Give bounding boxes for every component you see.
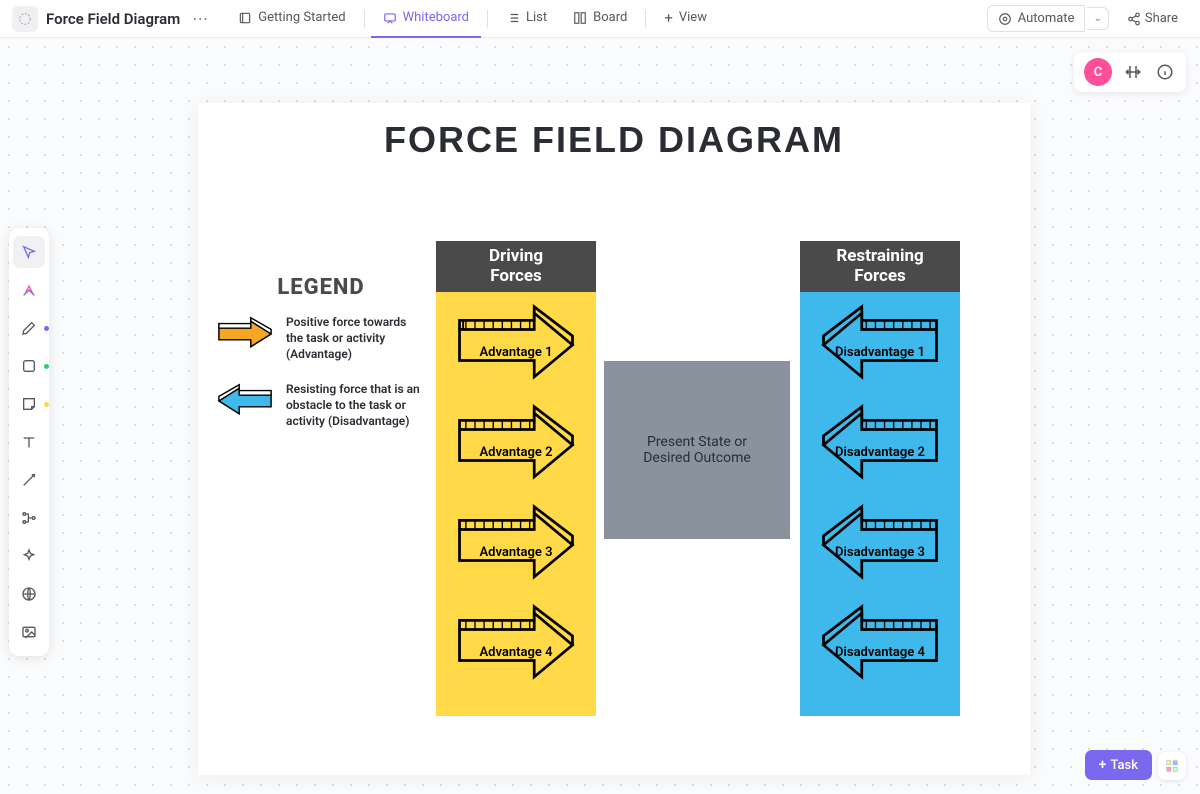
arrow-label: Disadvantage 2 — [835, 445, 925, 460]
tab-board[interactable]: Board — [561, 0, 639, 38]
arrow-right-icon — [216, 314, 274, 354]
new-task-button[interactable]: + Task — [1085, 750, 1152, 780]
arrow-label: Disadvantage 1 — [835, 345, 925, 360]
apps-button[interactable] — [1158, 752, 1186, 780]
restraining-column: Restraining Forces Disadvantage 1 Disadv… — [800, 241, 960, 716]
divider — [364, 10, 365, 28]
user-avatar[interactable]: C — [1084, 58, 1112, 86]
tab-list[interactable]: List — [494, 0, 559, 38]
text-tool[interactable] — [13, 426, 45, 458]
more-icon[interactable]: ⋯ — [188, 9, 212, 28]
arrow-label: Disadvantage 4 — [835, 645, 925, 660]
ai-tool[interactable] — [13, 540, 45, 572]
diagram-title: FORCE FIELD DIAGRAM — [198, 103, 1030, 161]
doc-title[interactable]: Force Field Diagram — [46, 10, 180, 28]
center-column: Present State or Desired Outcome — [604, 241, 792, 716]
arrow-label: Advantage 2 — [479, 445, 552, 460]
sticky-tool[interactable] — [13, 388, 45, 420]
advantage-arrow[interactable]: Advantage 1 — [450, 304, 582, 386]
disadvantage-arrow[interactable]: Disadvantage 1 — [814, 304, 946, 386]
diagram-columns: Driving Forces Advantage 1 Advantage 2 A… — [436, 241, 960, 716]
tab-label: Whiteboard — [403, 10, 469, 25]
arrow-label: Advantage 4 — [479, 645, 552, 660]
legend-negative: Resisting force that is an obstacle to t… — [216, 381, 426, 430]
advantage-arrow[interactable]: Advantage 4 — [450, 604, 582, 686]
pen-tool[interactable] — [13, 312, 45, 344]
tab-label: Board — [593, 10, 627, 25]
connector-tool[interactable] — [13, 464, 45, 496]
legend-positive-text: Positive force towards the task or activ… — [286, 314, 426, 363]
center-state-box[interactable]: Present State or Desired Outcome — [604, 361, 790, 539]
tab-label: List — [526, 10, 547, 25]
arrow-label: Advantage 1 — [479, 345, 552, 360]
info-icon[interactable] — [1154, 61, 1176, 83]
mindmap-tool[interactable] — [13, 502, 45, 534]
image-tool[interactable] — [13, 616, 45, 648]
advantage-arrow[interactable]: Advantage 3 — [450, 504, 582, 586]
tab-whiteboard[interactable]: Whiteboard — [371, 0, 481, 38]
tab-label: View — [679, 10, 707, 25]
disadvantage-arrow[interactable]: Disadvantage 4 — [814, 604, 946, 686]
topbar: Force Field Diagram ⋯ Getting Started Wh… — [0, 0, 1200, 38]
arrow-label: Disadvantage 3 — [835, 545, 925, 560]
driving-header: Driving Forces — [436, 241, 596, 292]
shape-tool[interactable] — [13, 350, 45, 382]
canvas-controls: C — [1074, 52, 1186, 92]
nav-tabs: Getting Started Whiteboard List Board + … — [226, 0, 719, 38]
disadvantage-arrow[interactable]: Disadvantage 3 — [814, 504, 946, 586]
restraining-header: Restraining Forces — [800, 241, 960, 292]
automate-dropdown[interactable]: ⌄ — [1087, 7, 1108, 30]
tab-add-view[interactable]: + View — [652, 0, 719, 38]
tab-getting-started[interactable]: Getting Started — [226, 0, 357, 38]
legend-negative-text: Resisting force that is an obstacle to t… — [286, 381, 426, 430]
tab-label: Getting Started — [258, 10, 345, 25]
arrow-label: Advantage 3 — [479, 545, 552, 560]
legend-title: LEGEND — [216, 275, 426, 300]
doc-icon — [12, 6, 38, 32]
share-label: Share — [1145, 11, 1178, 26]
automate-label: Automate — [1018, 11, 1075, 26]
driving-column: Driving Forces Advantage 1 Advantage 2 A… — [436, 241, 596, 716]
restraining-body: Disadvantage 1 Disadvantage 2 Disadvanta… — [800, 292, 960, 716]
fit-width-icon[interactable] — [1122, 61, 1144, 83]
advantage-arrow[interactable]: Advantage 2 — [450, 404, 582, 486]
generate-tool[interactable] — [13, 274, 45, 306]
select-tool[interactable] — [13, 236, 45, 268]
divider — [487, 10, 488, 28]
automate-button[interactable]: Automate — [987, 5, 1086, 32]
disadvantage-arrow[interactable]: Disadvantage 2 — [814, 404, 946, 486]
tool-palette — [9, 228, 49, 656]
diagram-board[interactable]: FORCE FIELD DIAGRAM LEGEND Positive forc… — [198, 103, 1030, 775]
web-tool[interactable] — [13, 578, 45, 610]
legend: LEGEND Positive force towards the task o… — [216, 275, 426, 447]
canvas[interactable]: C FORCE FIELD DIAGRAM LEGEND Positive fo… — [0, 38, 1200, 794]
divider — [645, 10, 646, 28]
task-label: Task — [1110, 758, 1138, 773]
driving-body: Advantage 1 Advantage 2 Advantage 3 Adva… — [436, 292, 596, 716]
share-button[interactable]: Share — [1117, 6, 1188, 31]
arrow-left-icon — [216, 381, 274, 421]
legend-positive: Positive force towards the task or activ… — [216, 314, 426, 363]
